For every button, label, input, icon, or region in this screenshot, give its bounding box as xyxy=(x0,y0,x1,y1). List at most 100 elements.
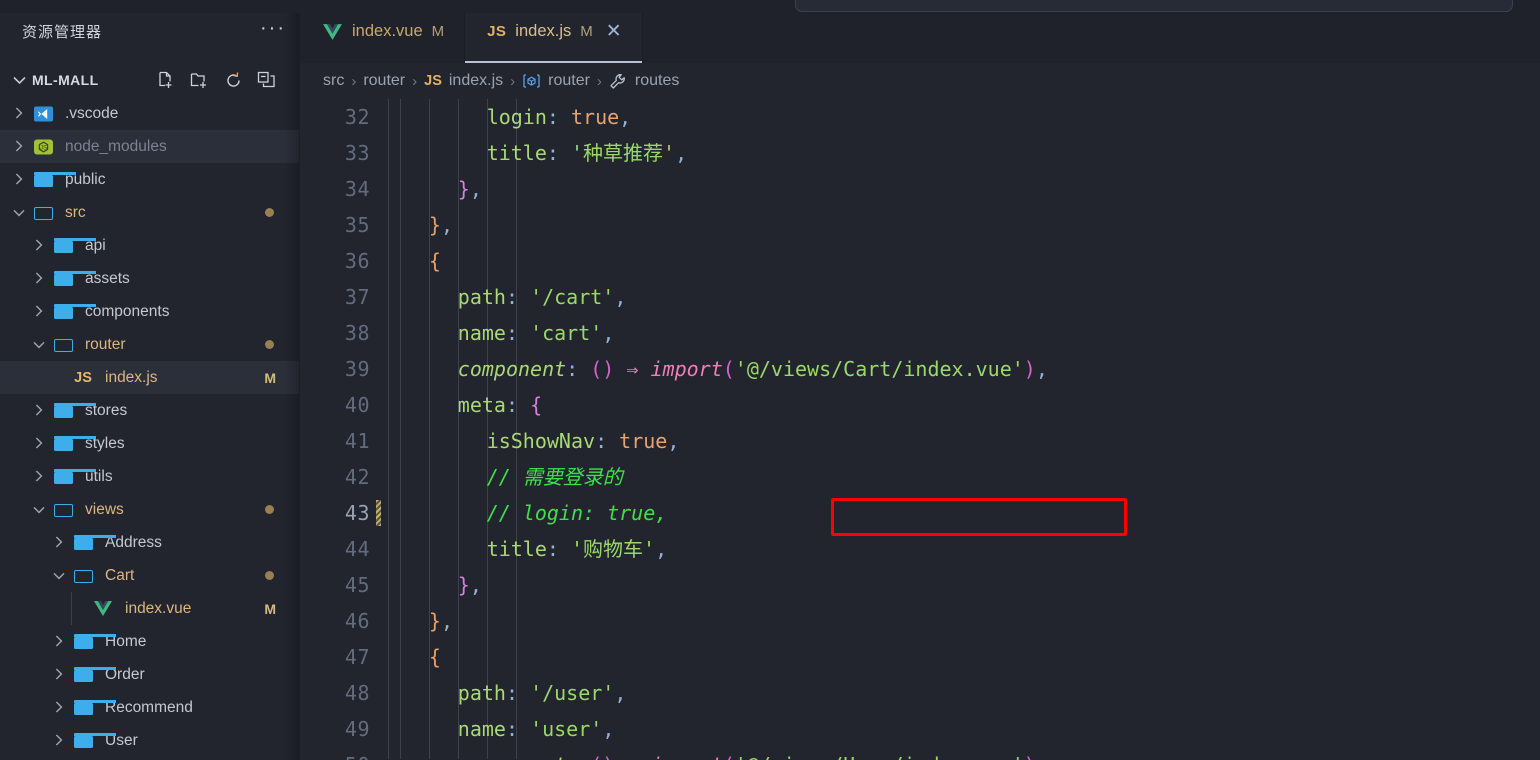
code-line-39[interactable]: 39 component: () ⇒ import('@/views/Cart/i… xyxy=(300,351,1540,387)
chevron-right-icon[interactable] xyxy=(48,667,70,682)
tree-folder-Recommend[interactable]: Recommend xyxy=(0,691,300,724)
code-token: isShowNav xyxy=(486,429,596,453)
code-line-34[interactable]: 34}, xyxy=(300,171,1540,207)
breadcrumb-item-index.js[interactable]: JS index.js xyxy=(424,72,503,90)
chevron-down-icon[interactable] xyxy=(28,503,50,516)
tree-folder-.vscode[interactable]: .vscode xyxy=(0,97,300,130)
chevron-down-icon[interactable] xyxy=(8,206,30,219)
tree-folder-Home[interactable]: Home xyxy=(0,625,300,658)
code-token: : xyxy=(566,357,579,381)
chevron-right-icon[interactable] xyxy=(28,436,50,451)
code-line-35[interactable]: 35}, xyxy=(300,207,1540,243)
code-line-36[interactable]: 36 { xyxy=(300,243,1540,279)
collapse-all-icon[interactable] xyxy=(257,71,276,90)
code-token: ) xyxy=(1023,357,1036,381)
code-token: import xyxy=(650,357,723,381)
tree-folder-components[interactable]: components xyxy=(0,295,300,328)
code-token: '/user' xyxy=(530,681,615,705)
tree-folder-styles[interactable]: styles xyxy=(0,427,300,460)
tree-item-label: index.vue xyxy=(125,599,192,617)
code-line-44[interactable]: 44 title: '购物车', xyxy=(300,531,1540,567)
refresh-icon[interactable] xyxy=(224,71,243,90)
command-center[interactable] xyxy=(795,0,1513,12)
code-line-42[interactable]: 42 // 需要登录的 xyxy=(300,459,1540,495)
chevron-down-icon[interactable] xyxy=(48,569,70,582)
chevron-right-icon[interactable] xyxy=(8,139,30,154)
chevron-right-icon[interactable] xyxy=(28,403,50,418)
code-line-41[interactable]: 41 isShowNav: true, xyxy=(300,423,1540,459)
chevron-right-icon[interactable] xyxy=(8,172,30,187)
chevron-right-icon[interactable] xyxy=(8,106,30,121)
code-line-text: isShowNav: true, xyxy=(487,423,680,459)
unsaved-indicator-dot xyxy=(265,505,274,514)
chevron-down-icon[interactable] xyxy=(6,72,32,88)
chevron-right-icon[interactable] xyxy=(28,271,50,286)
chevron-right-icon[interactable] xyxy=(28,238,50,253)
tree-folder-stores[interactable]: stores xyxy=(0,394,300,427)
code-line-40[interactable]: 40 meta: { xyxy=(300,387,1540,423)
more-actions-icon[interactable]: ··· xyxy=(260,18,286,41)
new-folder-icon[interactable] xyxy=(190,71,210,90)
unsaved-indicator-dot xyxy=(265,208,274,217)
code-line-32[interactable]: 32 login: true, xyxy=(300,99,1540,135)
code-line-33[interactable]: 33 title: '种草推荐', xyxy=(300,135,1540,171)
tree-file-index.js[interactable]: JS index.js M xyxy=(0,361,300,394)
code-line-43[interactable]: 43 // login: true, xyxy=(300,495,1540,531)
chevron-right-icon[interactable] xyxy=(48,700,70,715)
tree-folder-utils[interactable]: utils xyxy=(0,460,300,493)
code-line-46[interactable]: 46}, xyxy=(300,603,1540,639)
tree-file-index.vue[interactable]: index.vue M xyxy=(0,592,300,625)
chevron-right-icon[interactable] xyxy=(48,535,70,550)
code-line-50[interactable]: 50 component: () ⇒ import('@/views/User/i… xyxy=(300,747,1540,760)
close-icon[interactable]: ✕ xyxy=(606,22,622,41)
code-token: , xyxy=(469,177,482,201)
chevron-right-icon[interactable] xyxy=(28,469,50,484)
tree-folder-node_modules[interactable]: JS node_modules xyxy=(0,130,300,163)
chevron-right-icon[interactable] xyxy=(48,733,70,748)
line-number: 34 xyxy=(344,177,370,201)
tree-folder-api[interactable]: api xyxy=(0,229,300,262)
code-line-47[interactable]: 47 { xyxy=(300,639,1540,675)
tree-folder-Order[interactable]: Order xyxy=(0,658,300,691)
js-file-icon: JS xyxy=(74,369,92,386)
code-line-49[interactable]: 49 name: 'user', xyxy=(300,711,1540,747)
chevron-right-icon[interactable] xyxy=(28,304,50,319)
tree-folder-public[interactable]: public xyxy=(0,163,300,196)
tree-folder-src[interactable]: src xyxy=(0,196,300,229)
code-line-38[interactable]: 38 name: 'cart', xyxy=(300,315,1540,351)
code-line-48[interactable]: 48 path: '/user', xyxy=(300,675,1540,711)
code-token: 'cart' xyxy=(530,321,603,345)
tree-folder-views[interactable]: views xyxy=(0,493,300,526)
git-modified-gutter-marker xyxy=(376,500,381,526)
breadcrumb-item-router[interactable]: router xyxy=(363,72,405,90)
code-token: { xyxy=(428,249,441,273)
code-line-37[interactable]: 37 path: '/cart', xyxy=(300,279,1540,315)
unsaved-indicator-dot xyxy=(265,571,274,580)
tree-folder-Address[interactable]: Address xyxy=(0,526,300,559)
code-line-45[interactable]: 45}, xyxy=(300,567,1540,603)
code-token: : xyxy=(505,285,519,309)
breadcrumb-item-routes[interactable]: routes xyxy=(609,72,679,90)
code-token: name xyxy=(457,717,506,741)
code-token: path xyxy=(457,681,506,705)
tree-folder-router[interactable]: router xyxy=(0,328,300,361)
chevron-down-icon[interactable] xyxy=(28,338,50,351)
tree-folder-assets[interactable]: assets xyxy=(0,262,300,295)
code-line-text: login: true, xyxy=(487,99,632,135)
code-editor[interactable]: 32 login: true, 33 title: '种草推荐', 34}, 35}, 36… xyxy=(300,99,1540,760)
breadcrumb-item-src[interactable]: src xyxy=(323,72,344,90)
breadcrumb-item-router[interactable]: router xyxy=(522,72,590,90)
new-file-icon[interactable] xyxy=(157,71,176,90)
breadcrumb-label: router xyxy=(548,72,590,89)
tree-folder-User[interactable]: User xyxy=(0,724,300,757)
chevron-right-icon[interactable] xyxy=(48,634,70,649)
line-number: 46 xyxy=(344,609,370,633)
code-token: } xyxy=(457,177,470,201)
workspace-root-row[interactable]: ML-MALL xyxy=(0,63,300,97)
tree-folder-Cart[interactable]: Cart xyxy=(0,559,300,592)
line-number: 45 xyxy=(344,573,370,597)
folder-icon xyxy=(70,700,117,715)
code-token: } xyxy=(428,609,441,633)
